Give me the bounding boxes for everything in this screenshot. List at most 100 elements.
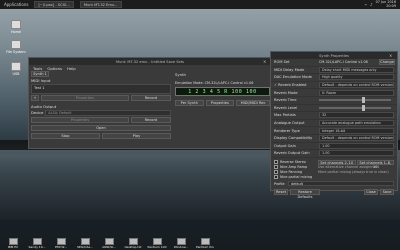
props-row: Display Compatibility Default - depends o… bbox=[271, 135, 397, 143]
synth-properties-window: Synth Properties × ROM Set CM-32L/LAPC-I… bbox=[270, 51, 398, 199]
rom-set-row: ROM Set CM-32L/LAPC-I Control v1.06 Chan… bbox=[271, 59, 397, 67]
props-row: ✓ Reverb Enabled Default - depends on con… bbox=[271, 82, 397, 90]
device-properties-button[interactable]: Properties bbox=[31, 117, 129, 123]
add-midi-input-button[interactable]: + bbox=[31, 95, 39, 101]
midi-record-button[interactable]: Record bbox=[131, 95, 171, 101]
set-channels-b-button[interactable]: Set channels 1–8, 10 bbox=[356, 159, 394, 169]
per-synth-button[interactable]: Per Synth bbox=[175, 100, 204, 106]
computer-icon bbox=[32, 237, 42, 245]
munt-titlebar[interactable]: Munt: MT-32 emu - Untitled Save Sets × bbox=[29, 58, 271, 65]
change-rom-button[interactable]: Change bbox=[379, 59, 395, 66]
slider-knob[interactable] bbox=[362, 97, 366, 104]
props-row-label: MIDI Delay Mode bbox=[274, 67, 305, 72]
desktop-launcher[interactable]: Sandy 10... bbox=[27, 237, 47, 249]
props-row: Reverb Mode 0: Room bbox=[271, 89, 397, 97]
device-record-button[interactable]: Record bbox=[131, 117, 171, 123]
props-row-value[interactable]: Accurate analogue path emulation bbox=[319, 120, 394, 127]
props-row-value[interactable]: High quality bbox=[319, 74, 394, 81]
props-row-value[interactable]: 32 bbox=[319, 112, 394, 119]
audio-output-label: Audio Output bbox=[31, 104, 57, 109]
nice-partial-mixing-checkbox[interactable] bbox=[274, 175, 278, 180]
close-icon[interactable]: × bbox=[263, 59, 268, 64]
computer-icon bbox=[200, 237, 210, 245]
drive-icon bbox=[11, 40, 21, 49]
desktop-icon-usb[interactable]: USB bbox=[6, 62, 26, 76]
computer-icon bbox=[104, 237, 114, 245]
desktop-launcher[interactable]: ANSI/SL.. bbox=[99, 237, 119, 249]
props-row-value[interactable]: 0: Room bbox=[319, 89, 394, 96]
reverse-stereo-checkbox[interactable] bbox=[274, 160, 278, 165]
props-row: Max Partials 32 bbox=[271, 112, 397, 120]
props-row-value[interactable]: Default - depends on control ROM version bbox=[319, 82, 394, 89]
taskbar-item-munt[interactable]: Munt MT-32 Emu... bbox=[79, 1, 122, 8]
synth-properties-button[interactable]: Properties bbox=[205, 100, 235, 106]
desktop-launcher[interactable]: Window... bbox=[171, 237, 191, 249]
props-row: Reverb Output Gain 1.00 bbox=[271, 150, 397, 158]
desktop-launcher-label: EMI W... bbox=[55, 244, 67, 249]
props-row-value[interactable]: Default - depends on control ROM version bbox=[319, 135, 394, 142]
menu-help[interactable]: Help bbox=[67, 66, 76, 71]
desktop-launcher[interactable]: Pentium 100 bbox=[147, 237, 167, 249]
munt-window: Munt: MT-32 emu - Untitled Save Sets × T… bbox=[28, 57, 272, 149]
desktop-launcher[interactable]: IBM PC bbox=[3, 237, 23, 249]
play-button[interactable]: Play bbox=[102, 133, 171, 139]
midi-input-list[interactable]: Test 1 bbox=[31, 84, 171, 94]
props-row-label: Display Compatibility bbox=[274, 136, 313, 141]
applications-menu[interactable]: Applications bbox=[4, 2, 28, 7]
props-row-value[interactable]: 1.00 bbox=[319, 150, 394, 157]
computer-icon bbox=[8, 237, 18, 245]
props-row-label: Reverb Time bbox=[274, 98, 297, 103]
props-row: Analogue Output Accurate analogue path em… bbox=[271, 120, 397, 128]
midi-input-value[interactable]: Test 1 bbox=[34, 86, 45, 90]
props-slider[interactable] bbox=[319, 104, 391, 111]
props-row-label: Reverb Output Gain bbox=[274, 151, 310, 156]
profile-select[interactable]: default bbox=[288, 181, 394, 187]
top-panel: Applications [~/l.pax] - SCIG... Munt MT… bbox=[0, 0, 400, 9]
desktop-launcher-label: Sandy 10... bbox=[28, 244, 46, 249]
open-button[interactable]: Open bbox=[31, 125, 171, 131]
save-button[interactable]: Save bbox=[380, 188, 394, 195]
volume-icon[interactable]: ♪ bbox=[370, 2, 373, 7]
desktop-launcher[interactable]: Pentium Pro bbox=[195, 237, 215, 249]
reset-button[interactable]: Reset bbox=[274, 188, 288, 195]
stop-button[interactable]: Stop bbox=[31, 133, 100, 139]
nice-amp-ramp-checkbox[interactable] bbox=[274, 165, 278, 170]
props-slider[interactable] bbox=[319, 97, 391, 104]
tab-synth-1[interactable]: Synth 1 bbox=[31, 71, 49, 77]
slider-knob[interactable] bbox=[362, 104, 366, 111]
desktop-icon-filesystem[interactable]: File System bbox=[6, 40, 26, 54]
restore-defaults-button[interactable]: Restore Defaults bbox=[290, 188, 320, 199]
props-row: Output Gain 1.00 bbox=[271, 142, 397, 151]
props-titlebar[interactable]: Synth Properties × bbox=[271, 52, 397, 59]
desktop-launcher[interactable]: desktop.txt bbox=[123, 237, 143, 249]
props-row-label: Reverb Level bbox=[274, 105, 298, 110]
taskbar-item-terminal[interactable]: [~/l.pax] - SCIG... bbox=[34, 1, 74, 8]
desktop-launcher-label: Pentium 100 bbox=[147, 244, 167, 249]
close-icon[interactable]: × bbox=[389, 53, 394, 58]
nice-panning-checkbox[interactable] bbox=[274, 170, 278, 175]
usb-drive-icon bbox=[11, 62, 21, 71]
props-row-value[interactable]: Integer 16-bit bbox=[319, 127, 394, 134]
props-row-value[interactable]: 1.00 bbox=[319, 142, 394, 149]
set-channels-a-button[interactable]: Set channels 2–10 bbox=[318, 159, 356, 165]
midi-monitor-button[interactable]: MIDI/MIDI Rec bbox=[236, 100, 270, 106]
menu-options[interactable]: Options bbox=[47, 66, 62, 71]
clock[interactable]: 07 Jun 2016 20:09 bbox=[376, 0, 396, 8]
munt-menubar: Tools Options Help bbox=[29, 65, 271, 71]
props-row-value[interactable]: Delay short MIDI messages only bbox=[319, 66, 394, 73]
emulation-mode-text: Emulation Mode: CM-32L/LAPC-I Control v1… bbox=[175, 81, 254, 85]
props-row-label: Output Gain bbox=[274, 143, 296, 148]
close-button[interactable]: Close bbox=[364, 188, 378, 195]
desktop-launcher[interactable]: EMI W... bbox=[51, 237, 71, 249]
menu-tools[interactable]: Tools bbox=[33, 66, 42, 71]
desktop-icon-home[interactable]: Home bbox=[6, 20, 26, 34]
device-select[interactable]: ALSA: Default bbox=[45, 110, 171, 116]
desktop-launcher-label: desktop.txt bbox=[124, 244, 142, 249]
desktop-launcher-label: Window... bbox=[173, 244, 189, 249]
props-row-label: Renderer Type bbox=[274, 128, 300, 133]
midi-properties-button[interactable]: Properties bbox=[41, 95, 129, 101]
network-icon[interactable]: ⌁ bbox=[365, 2, 367, 7]
props-row-label: ✓ Reverb Enabled bbox=[274, 83, 307, 88]
desktop-launcher[interactable]: SEG/Inte... bbox=[75, 237, 95, 249]
synth-label: Synth bbox=[175, 72, 186, 77]
